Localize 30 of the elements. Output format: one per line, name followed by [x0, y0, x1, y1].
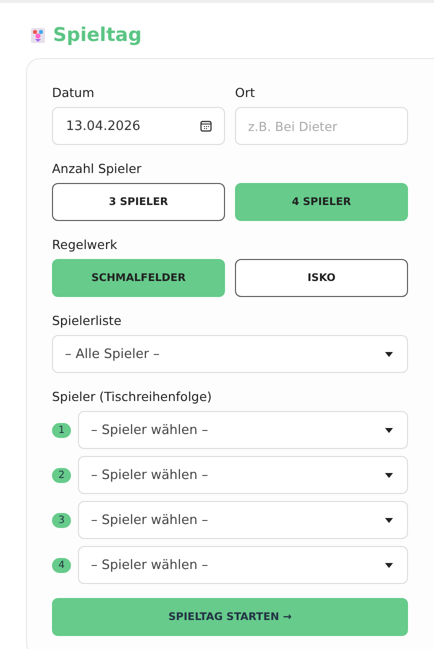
place-field[interactable]: z.B. Bei Dieter [235, 107, 408, 145]
field-label: Spieler (Tischreihenfolge) [52, 389, 213, 405]
option-button[interactable]: 4 SPIELER [235, 183, 408, 221]
date-field[interactable]: 13.04.2026 [52, 107, 225, 145]
player-select[interactable]: – Spieler wählen – [78, 501, 408, 539]
player-list-select[interactable]: – Alle Spieler – [52, 335, 408, 373]
jester-icon [31, 28, 45, 42]
seat-number: 2 [52, 468, 71, 482]
player-select[interactable]: – Spieler wählen – [78, 456, 408, 494]
field-label: Spielerliste [52, 313, 122, 329]
caret-icon [385, 352, 393, 356]
page-title: Spieltag [53, 24, 142, 46]
player-select[interactable]: – Spieler wählen – [78, 546, 408, 584]
caret-icon [385, 562, 393, 568]
caret-icon [385, 518, 393, 522]
option-button[interactable]: ISKO [235, 259, 408, 297]
start-button[interactable]: SPIELTAG STARTEN → [52, 598, 408, 636]
field-label: Regelwerk [52, 237, 118, 253]
seat-number: 4 [52, 558, 71, 572]
option-button[interactable]: 3 SPIELER [52, 183, 225, 221]
seat-number: 1 [52, 422, 71, 438]
field-label: Datum [52, 85, 96, 101]
calendar-icon [200, 120, 212, 132]
caret-icon [385, 472, 393, 478]
option-button[interactable]: SCHMALFELDER [52, 259, 225, 297]
field-label: Ort [235, 85, 256, 101]
player-select[interactable]: – Spieler wählen – [78, 411, 408, 449]
field-label: Anzahl Spieler [52, 161, 142, 177]
seat-number: 3 [52, 512, 71, 528]
caret-icon [385, 428, 393, 432]
